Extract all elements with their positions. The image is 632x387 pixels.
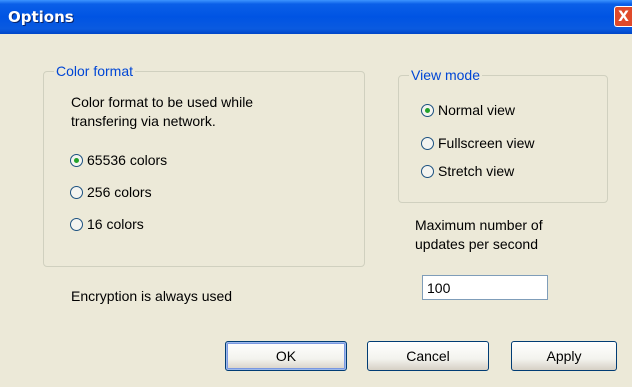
ok-button[interactable]: OK [225,341,347,371]
window-title: Options [8,8,74,26]
radio-normal-view[interactable]: Normal view [421,101,515,119]
radio-unchecked-icon [70,185,83,199]
radio-256-colors-label: 256 colors [87,184,152,200]
color-format-description-line2: transfering via network. [71,113,216,129]
radio-fullscreen-view-label: Fullscreen view [438,135,535,151]
apply-button[interactable]: Apply [511,341,617,371]
radio-65536-colors-label: 65536 colors [87,152,168,168]
close-icon[interactable]: X [614,6,632,27]
view-mode-legend: View mode [411,67,481,83]
title-bar[interactable]: Options X [0,0,632,34]
color-format-description-line1: Color format to be used while [71,94,254,110]
radio-stretch-view[interactable]: Stretch view [421,162,514,180]
cancel-button[interactable]: Cancel [367,341,489,371]
radio-unchecked-icon [421,164,434,178]
radio-fullscreen-view[interactable]: Fullscreen view [421,134,534,152]
radio-16-colors[interactable]: 16 colors [70,215,144,233]
radio-256-colors[interactable]: 256 colors [70,183,152,201]
radio-stretch-view-label: Stretch view [438,163,515,179]
radio-checked-icon [70,153,83,167]
radio-unchecked-icon [421,136,434,150]
radio-unchecked-icon [70,217,83,231]
radio-normal-view-label: Normal view [438,102,516,118]
radio-65536-colors[interactable]: 65536 colors [70,151,167,169]
updates-label-line1: Maximum number of [415,217,543,233]
encryption-note: Encryption is always used [71,288,233,304]
options-dialog: Options X Color format Color format to b… [0,0,632,387]
color-format-legend: Color format [56,63,134,79]
updates-label-line2: updates per second [415,236,538,252]
radio-16-colors-label: 16 colors [87,216,144,232]
updates-per-second-input[interactable] [422,275,548,300]
radio-checked-icon [421,103,434,117]
